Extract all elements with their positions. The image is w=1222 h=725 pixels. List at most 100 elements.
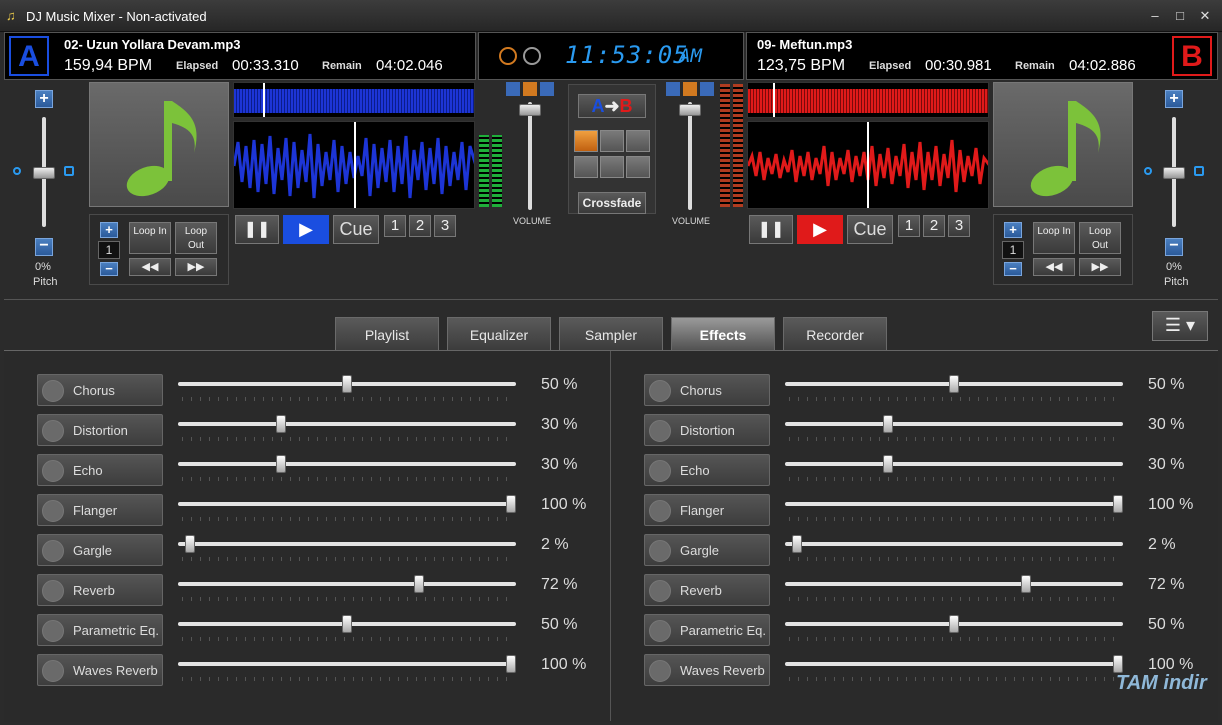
deck-a-play-button[interactable]: ▶ — [283, 215, 329, 244]
effects_left-echo-slider-knob[interactable] — [276, 455, 287, 473]
deck-a-fx-icon[interactable] — [523, 82, 537, 96]
deck-a-loop-minus-button[interactable]: − — [100, 262, 118, 276]
deck-b-fx-icon[interactable] — [683, 82, 697, 96]
deck-b-lock-icon[interactable] — [1194, 166, 1204, 176]
deck-a-rewind-button[interactable]: ◀◀ — [129, 258, 171, 276]
effects_left-distortion-slider[interactable] — [178, 422, 516, 426]
crossfade-curve-6[interactable] — [626, 156, 650, 178]
effects_left-echo-slider[interactable] — [178, 462, 516, 466]
effects_right-flanger-button[interactable]: Flanger — [644, 494, 770, 526]
effect-toggle-led[interactable] — [649, 620, 671, 642]
deck-a-loop-out-button[interactable]: Loop Out — [175, 222, 217, 254]
effect-toggle-led[interactable] — [649, 420, 671, 442]
deck-b-eq-icon[interactable] — [666, 82, 680, 96]
effects_left-distortion-button[interactable]: Distortion — [37, 414, 163, 446]
list-view-button[interactable]: ☰ ▾ — [1152, 311, 1208, 341]
deck-a-pitch-knob[interactable] — [33, 167, 55, 179]
effects_left-reverb-slider[interactable] — [178, 582, 516, 586]
deck-a-lock-icon[interactable] — [64, 166, 74, 176]
deck-a-wave-icon[interactable] — [540, 82, 554, 96]
effects_left-flanger-slider[interactable] — [178, 502, 516, 506]
deck-a-overview-waveform[interactable] — [233, 82, 475, 118]
alarm-icon[interactable] — [523, 47, 541, 65]
effect-toggle-led[interactable] — [42, 460, 64, 482]
deck-b-cue-button[interactable]: Cue — [847, 215, 893, 244]
effects_right-reverb-slider[interactable] — [785, 582, 1123, 586]
deck-a-loop-in-button[interactable]: Loop In — [129, 222, 171, 254]
deck-b-volume-knob[interactable] — [679, 104, 701, 116]
effects_right-gargle-button[interactable]: Gargle — [644, 534, 770, 566]
effects_left-echo-button[interactable]: Echo — [37, 454, 163, 486]
deck-b-loop-out-button[interactable]: Loop Out — [1079, 222, 1121, 254]
effects_right-reverb-slider-knob[interactable] — [1021, 575, 1032, 593]
crossfade-curve-1[interactable] — [574, 130, 598, 152]
effects_left-waves-reverb-slider-knob[interactable] — [506, 655, 516, 673]
effects_left-parametric-eq-slider-knob[interactable] — [342, 615, 352, 633]
deck-b-loop-in-button[interactable]: Loop In — [1033, 222, 1075, 254]
close-button[interactable]: ✕ — [1192, 6, 1218, 26]
tab-effects[interactable]: Effects — [671, 317, 775, 351]
effects_left-chorus-button[interactable]: Chorus — [37, 374, 163, 406]
effects_right-distortion-button[interactable]: Distortion — [644, 414, 770, 446]
effect-toggle-led[interactable] — [42, 500, 64, 522]
deck-a-pause-button[interactable]: ❚❚ — [235, 215, 279, 244]
deck-a-pitch-plus-button[interactable]: + — [35, 90, 53, 108]
timer-icon[interactable] — [499, 47, 517, 65]
effect-toggle-led[interactable] — [42, 380, 64, 402]
effects_left-gargle-slider-knob[interactable] — [184, 535, 195, 553]
effects_right-distortion-slider-knob[interactable] — [883, 415, 894, 433]
deck-a-cue-button[interactable]: Cue — [333, 215, 379, 244]
effects_right-distortion-slider[interactable] — [785, 422, 1123, 426]
deck-b-play-button[interactable]: ▶ — [797, 215, 843, 244]
effects_right-parametric-eq-slider-knob[interactable] — [949, 615, 959, 633]
effects_left-waves-reverb-slider[interactable] — [178, 662, 516, 666]
effects_left-flanger-slider-knob[interactable] — [506, 495, 516, 513]
crossfade-button[interactable]: Crossfade — [578, 192, 646, 214]
effect-toggle-led[interactable] — [649, 660, 671, 682]
deck-b-volume-track[interactable] — [688, 102, 692, 210]
effects_right-parametric-eq-button[interactable]: Parametric Eq. — [644, 614, 770, 646]
effect-toggle-led[interactable] — [649, 540, 671, 562]
effect-toggle-led[interactable] — [649, 380, 671, 402]
effects_right-chorus-slider-knob[interactable] — [949, 375, 959, 393]
effect-toggle-led[interactable] — [42, 620, 64, 642]
effects_left-reverb-button[interactable]: Reverb — [37, 574, 163, 606]
deck-a-loop-plus-button[interactable]: + — [100, 222, 118, 238]
effect-toggle-led[interactable] — [42, 540, 64, 562]
deck-a-hotcue-3[interactable]: 3 — [434, 215, 456, 237]
deck-b-loop-minus-button[interactable]: − — [1004, 262, 1022, 276]
crossfade-curve-5[interactable] — [600, 156, 624, 178]
effects_left-flanger-button[interactable]: Flanger — [37, 494, 163, 526]
effects_right-flanger-slider-knob[interactable] — [1113, 495, 1123, 513]
deck-b-overview-waveform[interactable] — [747, 82, 989, 118]
deck-b-loop-plus-button[interactable]: + — [1004, 222, 1022, 238]
a-to-b-button[interactable]: A➜B — [578, 94, 646, 118]
deck-a-forward-button[interactable]: ▶▶ — [175, 258, 217, 276]
deck-b-hotcue-2[interactable]: 2 — [923, 215, 945, 237]
effect-toggle-led[interactable] — [649, 500, 671, 522]
effects_right-echo-button[interactable]: Echo — [644, 454, 770, 486]
crossfade-curve-4[interactable] — [574, 156, 598, 178]
deck-b-wave-icon[interactable] — [700, 82, 714, 96]
deck-b-detail-waveform[interactable] — [747, 121, 989, 209]
deck-b-forward-button[interactable]: ▶▶ — [1079, 258, 1121, 276]
deck-a-detail-waveform[interactable] — [233, 121, 475, 209]
tab-equalizer[interactable]: Equalizer — [447, 317, 551, 351]
maximize-button[interactable]: □ — [1167, 6, 1193, 26]
minimize-button[interactable]: – — [1142, 6, 1168, 26]
effects_right-waves-reverb-button[interactable]: Waves Reverb — [644, 654, 770, 686]
crossfade-curve-2[interactable] — [600, 130, 624, 152]
effects_left-gargle-button[interactable]: Gargle — [37, 534, 163, 566]
effects_right-gargle-slider-knob[interactable] — [791, 535, 802, 553]
effects_right-flanger-slider[interactable] — [785, 502, 1123, 506]
effects_right-reverb-button[interactable]: Reverb — [644, 574, 770, 606]
deck-b-pitch-reset-icon[interactable] — [1144, 167, 1152, 175]
effects_left-waves-reverb-button[interactable]: Waves Reverb — [37, 654, 163, 686]
tab-playlist[interactable]: Playlist — [335, 317, 439, 351]
deck-b-pause-button[interactable]: ❚❚ — [749, 215, 793, 244]
effect-toggle-led[interactable] — [649, 580, 671, 602]
effect-toggle-led[interactable] — [42, 420, 64, 442]
deck-b-rewind-button[interactable]: ◀◀ — [1033, 258, 1075, 276]
deck-b-hotcue-1[interactable]: 1 — [898, 215, 920, 237]
effects_right-echo-slider[interactable] — [785, 462, 1123, 466]
